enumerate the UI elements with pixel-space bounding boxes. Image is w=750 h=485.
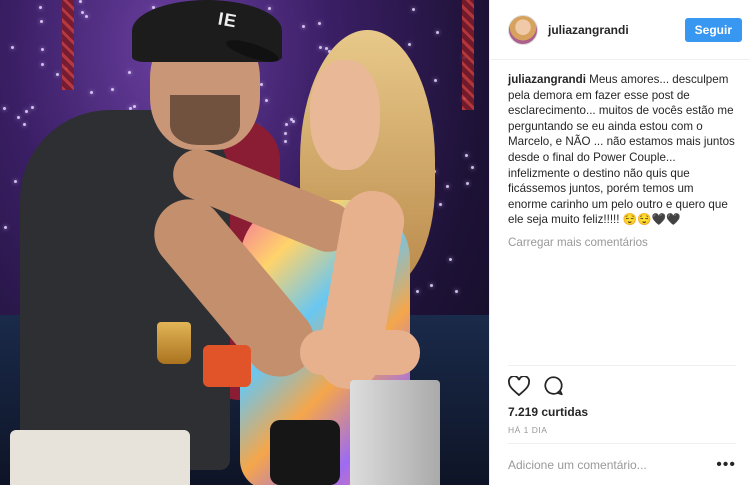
- header-username[interactable]: juliazangrandi: [548, 23, 685, 37]
- light-dot: [39, 6, 42, 9]
- likes-count[interactable]: 7.219 curtidas: [490, 405, 750, 419]
- comments-section: juliazangrandi Meus amores... desculpem …: [490, 60, 750, 365]
- light-dot: [90, 91, 93, 94]
- light-dot: [416, 290, 419, 293]
- left-truss: [62, 0, 74, 90]
- light-dot: [81, 11, 84, 14]
- dark-bag: [270, 420, 340, 485]
- action-bar: [508, 365, 736, 405]
- light-dot: [284, 140, 287, 143]
- man-jeans: [10, 430, 190, 485]
- light-dot: [111, 88, 114, 91]
- light-dot: [41, 63, 44, 66]
- light-dot: [128, 71, 131, 74]
- light-dot: [290, 118, 293, 121]
- cap-text: IE: [216, 8, 239, 32]
- light-dot: [41, 48, 44, 51]
- light-dot: [265, 99, 268, 102]
- light-dot: [446, 185, 449, 188]
- post-sidebar: juliazangrandi Seguir juliazangrandi Meu…: [489, 0, 750, 485]
- light-dot: [465, 154, 468, 157]
- light-dot: [436, 31, 439, 34]
- more-options-icon[interactable]: •••: [716, 456, 736, 474]
- light-dot: [455, 290, 458, 293]
- light-dot: [79, 0, 82, 3]
- drink-cup: [157, 322, 191, 364]
- light-dot: [318, 22, 321, 25]
- comment-input[interactable]: [508, 457, 708, 472]
- light-dot: [430, 284, 433, 287]
- avatar[interactable]: [508, 14, 538, 45]
- light-dot: [3, 107, 6, 110]
- light-dot: [412, 8, 415, 11]
- light-dot: [466, 182, 469, 185]
- light-dot: [449, 258, 452, 261]
- post-date: HÁ 1 DIA: [508, 425, 548, 435]
- follow-button[interactable]: Seguir: [684, 17, 742, 42]
- light-dot: [434, 79, 437, 82]
- light-dot: [17, 116, 20, 119]
- light-dot: [23, 123, 26, 126]
- light-dot: [4, 226, 7, 229]
- instagram-post: IE juliazangrandi Seguir juliazangrandi …: [0, 0, 750, 485]
- metal-rail: [350, 380, 440, 485]
- light-dot: [260, 83, 263, 86]
- light-dot: [25, 110, 28, 113]
- light-dot: [408, 43, 411, 46]
- post-caption: juliazangrandi Meus amores... desculpem …: [508, 72, 736, 228]
- woman-face: [310, 60, 380, 170]
- light-dot: [11, 46, 14, 49]
- light-dot: [284, 132, 287, 135]
- light-dot: [31, 106, 34, 109]
- add-comment-bar: •••: [508, 443, 736, 485]
- light-dot: [133, 105, 136, 108]
- heart-icon[interactable]: [508, 375, 530, 397]
- woman-forearm: [300, 330, 420, 375]
- caption-username[interactable]: juliazangrandi: [508, 73, 586, 86]
- man-beard: [170, 95, 240, 145]
- light-dot: [268, 7, 271, 10]
- light-dot: [40, 20, 43, 23]
- light-dot: [471, 166, 474, 169]
- light-dot: [302, 25, 305, 28]
- load-more-comments[interactable]: Carregar mais comentários: [508, 236, 736, 249]
- right-truss: [462, 0, 474, 110]
- light-dot: [56, 73, 59, 76]
- orange-purse: [203, 345, 251, 387]
- post-photo[interactable]: IE: [0, 0, 489, 485]
- light-dot: [439, 203, 442, 206]
- light-dot: [285, 123, 288, 126]
- light-dot: [14, 180, 17, 183]
- post-header: juliazangrandi Seguir: [490, 0, 750, 60]
- light-dot: [319, 46, 322, 49]
- caption-text: Meus amores... desculpem pela demora em …: [508, 73, 735, 227]
- comment-icon[interactable]: [542, 375, 564, 397]
- light-dot: [85, 15, 88, 18]
